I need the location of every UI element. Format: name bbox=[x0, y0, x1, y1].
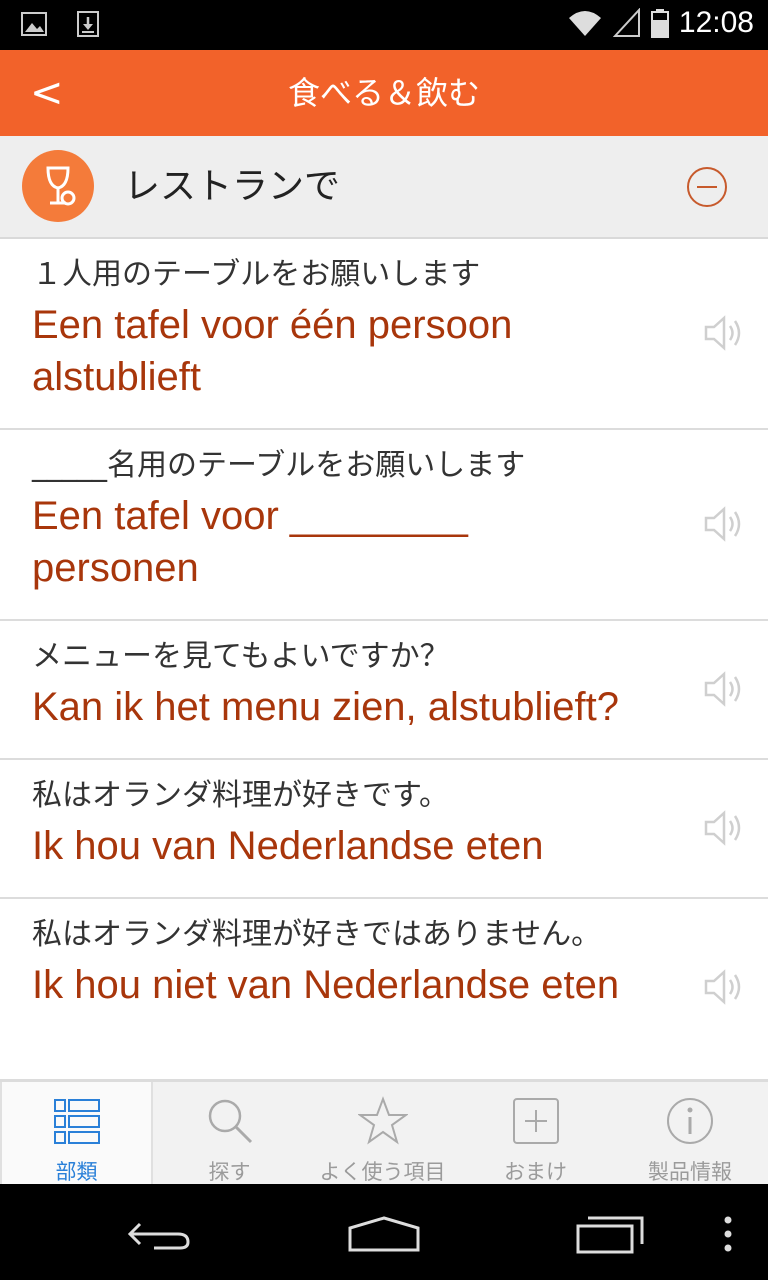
tab-label: 探す bbox=[208, 1160, 251, 1184]
app-bar: 食べる＆飲む < bbox=[0, 50, 768, 136]
list-icon bbox=[53, 1099, 100, 1144]
phrase-dutch: Kan ik het menu zien, alstublieft? bbox=[32, 685, 620, 729]
tab-product-info[interactable]: 製品情報 bbox=[612, 1082, 768, 1186]
download-notification-icon bbox=[77, 11, 99, 37]
phrase-row[interactable]: メニューを見てもよいですか？ Kan ik het menu zien, als… bbox=[0, 621, 768, 760]
image-notification-icon bbox=[21, 12, 47, 36]
phrase-dutch: Ik hou van Nederlandse eten bbox=[32, 824, 544, 868]
tab-label: おまけ bbox=[504, 1160, 567, 1184]
system-nav-bar bbox=[0, 1184, 768, 1280]
speaker-icon[interactable] bbox=[702, 502, 746, 546]
category-title: レストランで bbox=[124, 166, 341, 207]
signal-icon bbox=[612, 8, 640, 37]
star-icon bbox=[357, 1096, 408, 1145]
tab-categories[interactable]: 部類 bbox=[0, 1082, 153, 1186]
search-icon bbox=[208, 1099, 252, 1144]
phrase-row[interactable]: 私はオランダ料理が好きです。 Ik hou van Nederlandse et… bbox=[0, 760, 768, 899]
bottom-tab-bar: 部類 探す よく使う項目 おまけ 製品情報 bbox=[0, 1080, 768, 1186]
wifi-icon bbox=[568, 11, 601, 36]
status-bar: 12:08 bbox=[0, 0, 768, 50]
tab-extras[interactable]: おまけ bbox=[459, 1082, 612, 1186]
overflow-menu-icon[interactable] bbox=[720, 1214, 736, 1254]
phrase-row[interactable]: 私はオランダ料理が好きではありません。 Ik hou niet van Nede… bbox=[0, 899, 768, 1081]
tab-label: 部類 bbox=[55, 1160, 98, 1184]
phrase-japanese: _____名用のテーブルをお願いします bbox=[32, 448, 526, 483]
back-button[interactable]: < bbox=[30, 68, 80, 118]
tab-favorites[interactable]: よく使う項目 bbox=[306, 1082, 459, 1186]
clock: 12:08 bbox=[678, 6, 754, 39]
page-title: 食べる＆飲む bbox=[287, 74, 480, 112]
phrase-list: １人用のテーブルをお願いします Een tafel voor één perso… bbox=[0, 239, 768, 1081]
info-icon bbox=[667, 1098, 713, 1144]
plus-box-icon bbox=[512, 1098, 559, 1144]
tab-label: 製品情報 bbox=[648, 1160, 732, 1184]
phrase-japanese: １人用のテーブルをお願いします bbox=[32, 257, 481, 292]
recents-nav-icon[interactable] bbox=[574, 1214, 646, 1256]
phrase-japanese: 私はオランダ料理が好きではありません。 bbox=[32, 917, 602, 952]
back-nav-icon[interactable] bbox=[124, 1216, 194, 1252]
category-header[interactable]: レストランで bbox=[0, 136, 768, 239]
phrase-japanese: メニューを見てもよいですか？ bbox=[32, 639, 450, 674]
phrase-dutch: Een tafel voor één persoon alstublieft bbox=[32, 303, 513, 399]
speaker-icon[interactable] bbox=[702, 311, 746, 355]
battery-icon bbox=[650, 9, 669, 38]
phrase-row[interactable]: １人用のテーブルをお願いします Een tafel voor één perso… bbox=[0, 239, 768, 430]
tab-search[interactable]: 探す bbox=[153, 1082, 306, 1186]
speaker-icon[interactable] bbox=[702, 667, 746, 711]
phrase-japanese: 私はオランダ料理が好きです。 bbox=[32, 778, 449, 813]
speaker-icon[interactable] bbox=[702, 965, 746, 1009]
collapse-icon[interactable] bbox=[686, 166, 728, 208]
tab-label: よく使う項目 bbox=[319, 1160, 446, 1184]
phrase-dutch: Ik hou niet van Nederlandse eten bbox=[32, 963, 620, 1007]
wine-glass-icon bbox=[22, 150, 94, 222]
home-nav-icon[interactable] bbox=[346, 1214, 422, 1254]
phrase-dutch: Een tafel voor ________ personen bbox=[32, 494, 468, 590]
phrase-row[interactable]: _____名用のテーブルをお願いします Een tafel voor _____… bbox=[0, 430, 768, 621]
speaker-icon[interactable] bbox=[702, 806, 746, 850]
